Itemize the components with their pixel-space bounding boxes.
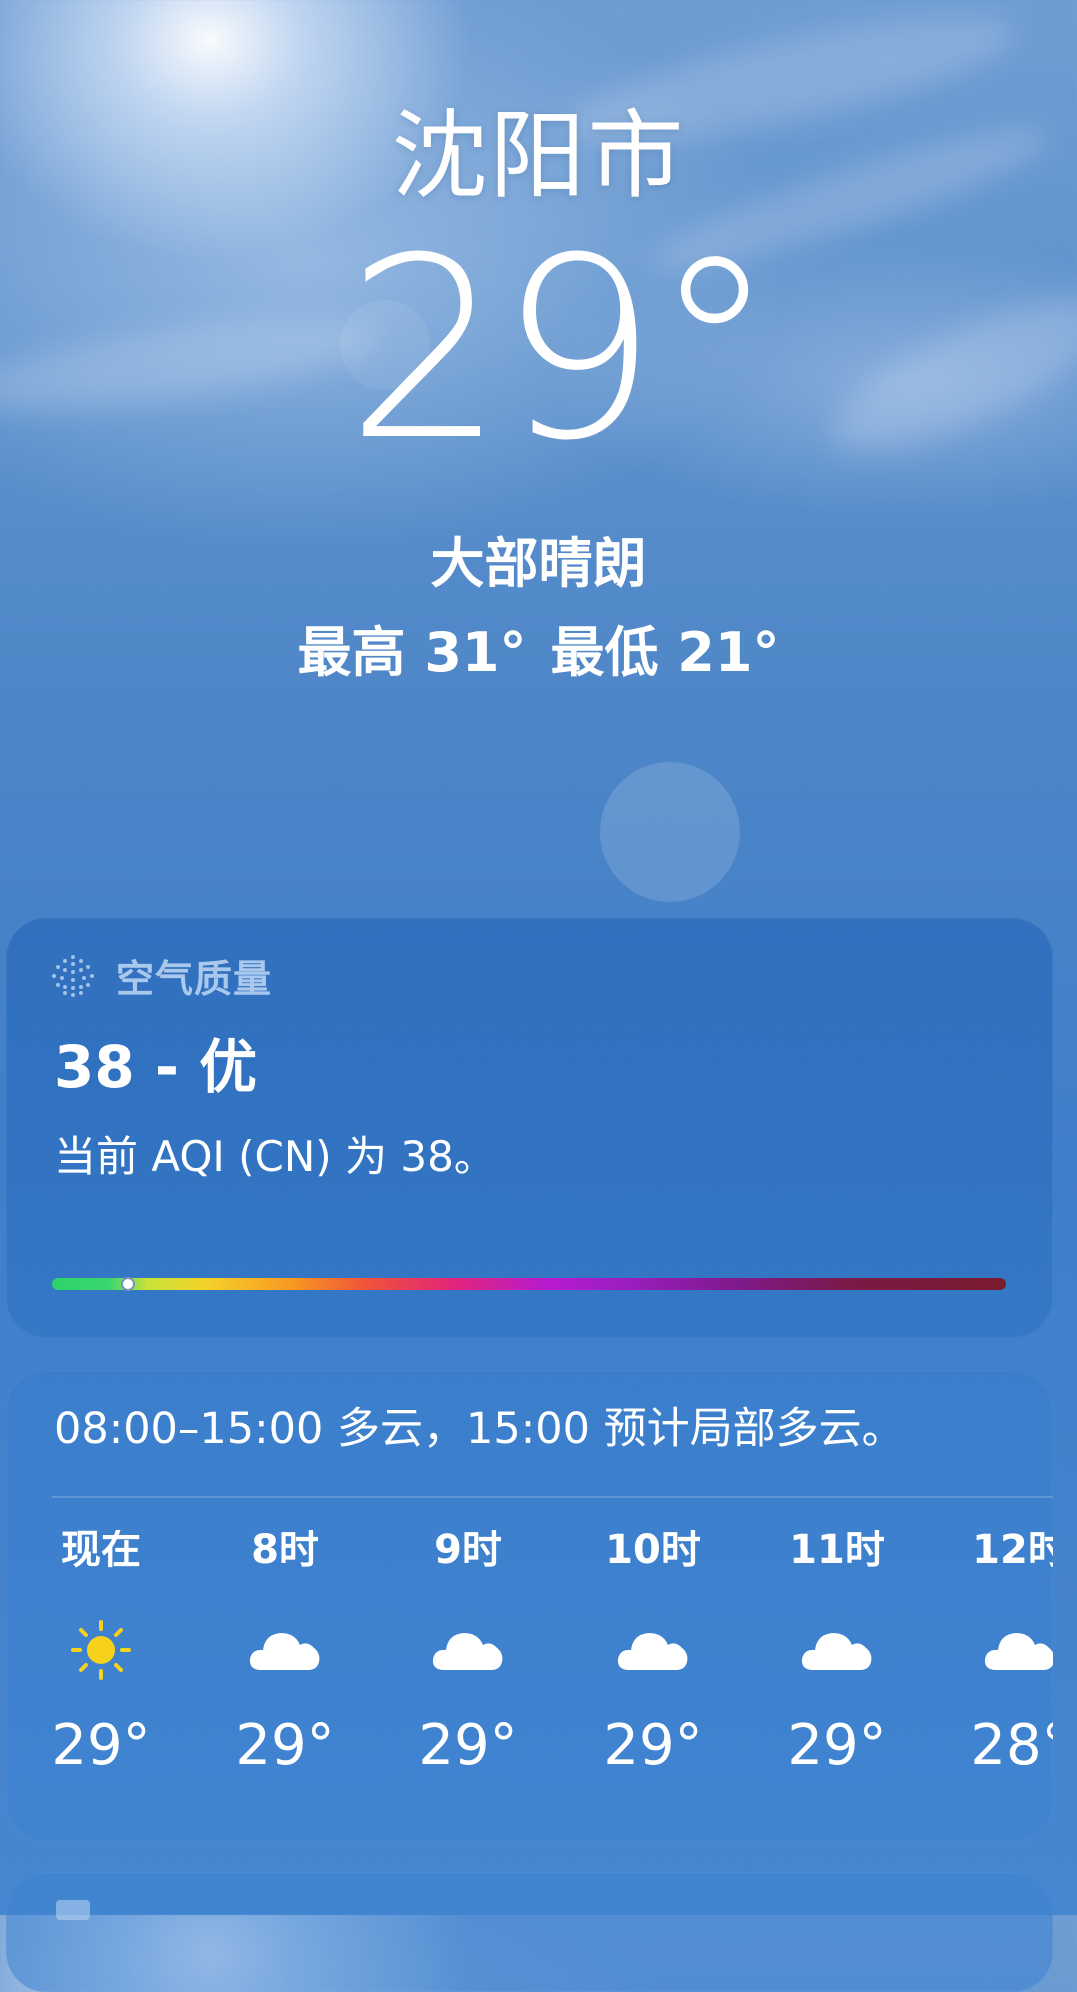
hour-label: 现在 bbox=[61, 1530, 141, 1573]
city-name: 沈阳市 bbox=[391, 100, 686, 212]
hour-temperature: 28° bbox=[970, 1713, 1053, 1778]
hour-temperature: 29° bbox=[603, 1713, 703, 1778]
hour-item: 10时 29° bbox=[561, 1530, 745, 1774]
hour-temperature: 29° bbox=[51, 1713, 151, 1778]
hour-item: 9时 29° bbox=[376, 1530, 560, 1774]
cloud-icon bbox=[801, 1633, 872, 1670]
low-temperature: 最低 21° bbox=[550, 621, 780, 684]
hour-item: 11时 29° bbox=[745, 1530, 929, 1774]
hour-item: 12时 28° bbox=[928, 1530, 1053, 1774]
hour-label: 9时 bbox=[434, 1530, 502, 1573]
lens-flare bbox=[600, 762, 740, 902]
sun-icon bbox=[71, 1620, 131, 1680]
hour-temperature: 29° bbox=[235, 1713, 335, 1778]
high-temperature: 最高 31° bbox=[297, 621, 527, 684]
hour-label: 10时 bbox=[605, 1530, 701, 1573]
hour-label: 12时 bbox=[972, 1530, 1053, 1573]
divider bbox=[52, 1496, 1053, 1498]
aqi-description: 当前 AQI (CN) 为 38。 bbox=[54, 1132, 496, 1181]
cloud-icon bbox=[249, 1633, 320, 1670]
hourly-scroll-row[interactable]: 现在 29° 8时 29° 9时 29° 10时 29° 11时 29° 12时… bbox=[0, 1530, 1053, 1830]
hour-label: 11时 bbox=[789, 1530, 885, 1573]
calendar-icon bbox=[56, 1900, 90, 1920]
hourly-summary: 08:00–15:00 多云，15:00 预计局部多云。 bbox=[54, 1404, 905, 1454]
hour-item: 8时 29° bbox=[193, 1530, 377, 1774]
hour-temperature: 29° bbox=[418, 1713, 518, 1778]
high-low-temperature: 最高 31° 最低 21° bbox=[0, 626, 1077, 680]
current-temperature: 29° bbox=[345, 204, 777, 495]
hour-temperature: 29° bbox=[787, 1713, 887, 1778]
weather-condition: 大部晴朗 bbox=[430, 532, 647, 595]
daily-forecast-card[interactable] bbox=[6, 1872, 1053, 1992]
hour-label: 8时 bbox=[251, 1530, 319, 1573]
aqi-scale-bar bbox=[52, 1278, 1006, 1290]
air-quality-icon bbox=[52, 954, 94, 997]
air-quality-header: 空气质量 bbox=[50, 948, 272, 1003]
hour-item-now: 现在 29° bbox=[9, 1530, 193, 1774]
cloud-icon bbox=[432, 1633, 503, 1670]
cloud-icon bbox=[617, 1633, 688, 1670]
cloud-icon bbox=[984, 1633, 1053, 1670]
air-quality-title: 空气质量 bbox=[116, 957, 273, 1001]
aqi-value: 38 - 优 bbox=[54, 1033, 258, 1101]
